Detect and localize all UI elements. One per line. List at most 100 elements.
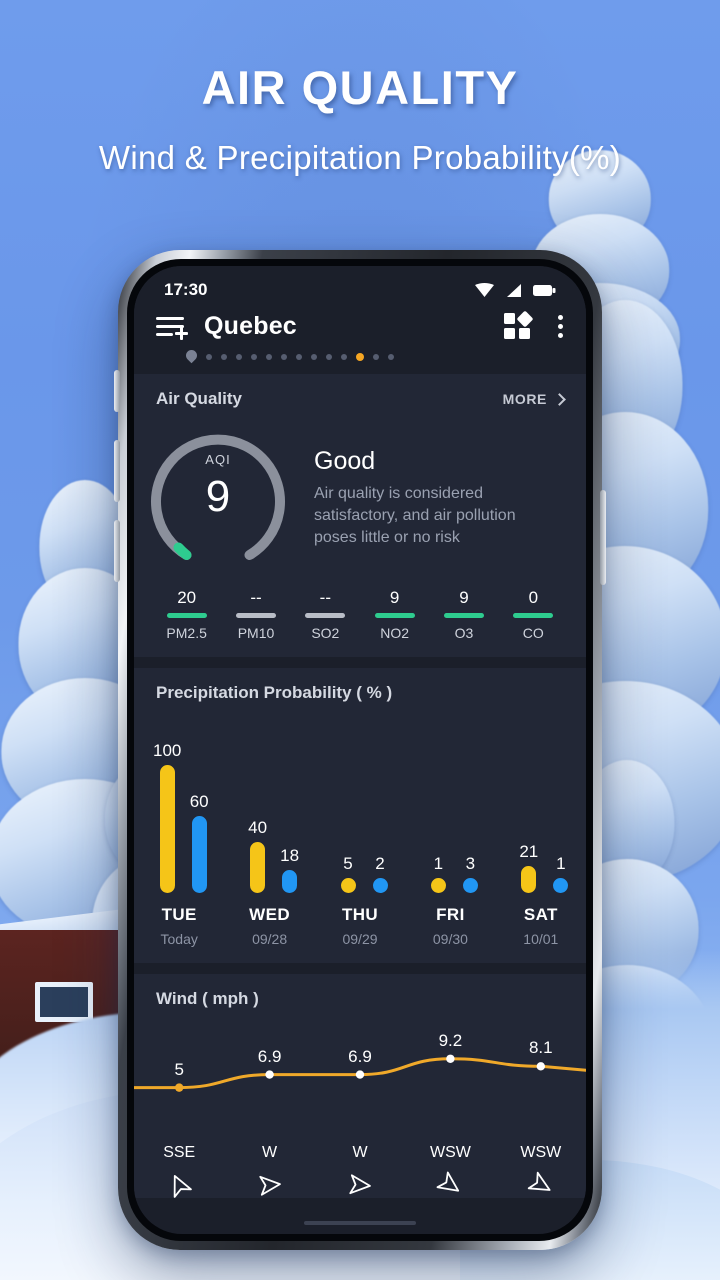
wind-data-point: [536, 1062, 545, 1071]
pollutant-name: CO: [522, 625, 544, 641]
precipitation-bar-shape: [340, 878, 356, 893]
air-quality-card: Air Quality MORE AQI 9 Good Air quality …: [134, 374, 586, 657]
pollutant-bar: [374, 613, 415, 618]
precipitation-bar-value: 1: [433, 854, 444, 873]
pollutant-list: 20 PM2.5 -- PM10 -- SO2 9 NO2 9 O3 0 CO: [134, 578, 586, 657]
location-pin-icon: [186, 350, 197, 364]
page-dot[interactable]: [296, 354, 302, 360]
page-dot[interactable]: [251, 354, 257, 360]
plus-icon: [175, 326, 188, 340]
precipitation-bar-value: 18: [280, 845, 300, 865]
precipitation-bar: 40: [240, 718, 276, 893]
day-date: 10/01: [523, 931, 559, 947]
precipitation-card: Precipitation Probability ( % ) 100 60 40 1…: [134, 668, 586, 963]
day-date: 09/28: [252, 931, 288, 947]
page-dot[interactable]: [388, 354, 394, 360]
home-indicator: [304, 1221, 416, 1225]
volume-down-button[interactable]: [114, 520, 120, 582]
precipitation-bar-value: 3: [465, 854, 476, 873]
precipitation-bar-shape: [553, 878, 569, 893]
wind-direction-label: WSW: [520, 1144, 562, 1161]
pollutant-bar: [513, 613, 554, 618]
page-dot[interactable]: [281, 354, 287, 360]
precipitation-bar-value: 21: [519, 842, 539, 862]
forecast-days: TUE Today WED 09/28 THU 09/29 FRI 09/30: [134, 893, 586, 963]
day-name: TUE: [161, 905, 197, 924]
pollutant-bar: [305, 613, 346, 618]
page-dot[interactable]: [221, 354, 227, 360]
precipitation-bar: 18: [272, 718, 308, 893]
menu-add-icon[interactable]: [156, 314, 190, 340]
precipitation-bar-value: 60: [189, 792, 209, 812]
page-dot[interactable]: [236, 354, 242, 360]
precipitation-bar-chart: 100 60 40 18 5 2 1 3 21 1: [134, 718, 586, 893]
pollutant-value: 9: [459, 588, 469, 607]
page-indicator[interactable]: [156, 341, 564, 374]
page-dot[interactable]: [326, 354, 332, 360]
forecast-day[interactable]: SAT 10/01: [496, 905, 586, 947]
phone-bezel: 17:30 Quebec Air Quality MORE AQI 9 Good…: [127, 259, 593, 1241]
forecast-day[interactable]: TUE Today: [134, 905, 224, 947]
pollutant-item: 0 CO: [499, 588, 568, 641]
wind-data-point: [175, 1083, 184, 1092]
power-button[interactable]: [600, 490, 606, 585]
day-name: SAT: [523, 905, 558, 924]
wind-data-point: [446, 1054, 455, 1063]
day-date: 09/29: [342, 931, 378, 947]
pollutant-value: --: [250, 588, 262, 607]
pollutant-item: 9 O3: [429, 588, 498, 641]
air-quality-more-button[interactable]: MORE: [502, 391, 566, 407]
pollutant-name: NO2: [380, 625, 410, 641]
wind-line: [134, 1054, 586, 1092]
page-dot[interactable]: [311, 354, 317, 360]
precipitation-bar-value: 2: [375, 854, 385, 873]
page-dot-active[interactable]: [356, 353, 364, 361]
aqi-unit-label: AQI: [205, 452, 231, 467]
precipitation-bar-shape: [521, 866, 537, 893]
phone-mockup: 17:30 Quebec Air Quality MORE AQI 9 Good…: [114, 250, 606, 1250]
volume-up-button[interactable]: [114, 440, 120, 502]
air-quality-header: Air Quality MORE: [134, 374, 586, 418]
precipitation-bar: 5: [330, 718, 366, 893]
wind-card: Wind ( mph ) 5 6.9 6.9 9.2 8.1 SSE W W W…: [134, 974, 586, 1198]
pollutant-item: 20 PM2.5: [152, 588, 221, 641]
precipitation-bar-value: 5: [343, 854, 353, 873]
wind-directions: SSE W W WSW WSW: [134, 1140, 586, 1198]
page-dot[interactable]: [266, 354, 272, 360]
page-dot[interactable]: [373, 354, 379, 360]
chevron-right-icon: [553, 392, 566, 406]
pollutant-value: 9: [389, 588, 400, 607]
page-dot[interactable]: [206, 354, 212, 360]
more-label: MORE: [502, 391, 547, 407]
precipitation-title: Precipitation Probability ( % ): [156, 683, 393, 702]
aqi-description: Air quality is considered satisfactory, …: [314, 484, 516, 547]
forecast-day[interactable]: THU 09/29: [315, 905, 405, 947]
pollutant-value: 20: [177, 588, 197, 607]
apps-grid-icon[interactable]: [504, 310, 534, 341]
forecast-day[interactable]: WED 09/28: [224, 905, 314, 947]
wind-direction-item: W: [224, 1144, 314, 1198]
precipitation-bar-shape: [250, 841, 266, 893]
precipitation-bar: 60: [181, 718, 217, 893]
aqi-gauge: AQI 9: [144, 424, 292, 572]
wind-direction-label: W: [262, 1144, 278, 1161]
navigation-arrow-icon: [405, 1171, 495, 1198]
precipitation-bar-shape: [191, 816, 207, 893]
city-title: Quebec: [204, 312, 297, 340]
wind-data-point: [355, 1070, 365, 1079]
wind-direction-item: SSE: [134, 1144, 224, 1198]
precipitation-header: Precipitation Probability ( % ): [134, 668, 586, 712]
precipitation-bar-shape: [372, 878, 388, 893]
precipitation-bar: 21: [511, 718, 547, 893]
precipitation-bar: 1: [543, 718, 579, 893]
precipitation-bar-value: 1: [556, 854, 566, 873]
pollutant-value: 0: [528, 588, 539, 607]
forecast-day[interactable]: FRI 09/30: [405, 905, 495, 947]
navigation-arrow-icon: [496, 1171, 586, 1198]
wind-title: Wind ( mph ): [156, 989, 259, 1008]
page-dot[interactable]: [341, 354, 347, 360]
mute-switch[interactable]: [114, 370, 120, 412]
wind-direction-label: WSW: [429, 1144, 471, 1161]
day-date: Today: [160, 931, 198, 947]
more-vertical-icon[interactable]: [558, 314, 564, 340]
